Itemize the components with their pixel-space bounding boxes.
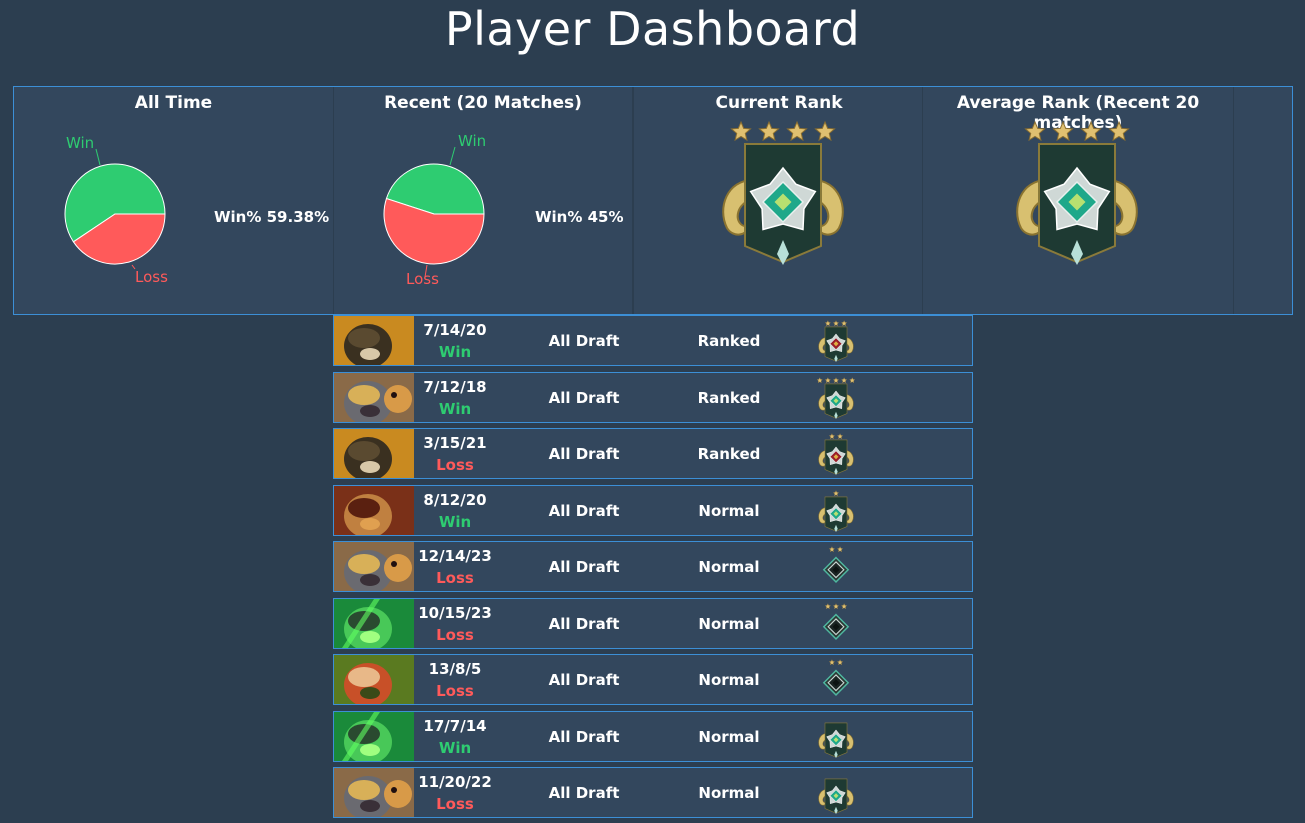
match-lobby-type: Normal xyxy=(698,784,760,802)
all-time-win-leader xyxy=(95,148,101,166)
match-result: Win xyxy=(438,513,472,531)
match-lobby-type: Normal xyxy=(698,671,760,689)
rank-ancient-icon xyxy=(818,320,854,362)
match-lobby-type: Normal xyxy=(698,615,760,633)
all-time-loss-label: Loss xyxy=(135,268,168,286)
recent-win-leader xyxy=(449,146,456,166)
match-result: Loss xyxy=(436,626,474,644)
match-row[interactable]: 10/15/23 Loss All Draft Normal xyxy=(333,598,973,649)
hero-bristleback-portrait-icon xyxy=(334,542,414,591)
match-game-mode: All Draft xyxy=(548,728,620,746)
match-row[interactable]: 13/8/5 Loss All Draft Normal xyxy=(333,654,973,705)
rank-archon-icon xyxy=(822,659,850,696)
match-game-mode: All Draft xyxy=(548,332,620,350)
recent-loss-label: Loss xyxy=(406,270,439,288)
match-result: Loss xyxy=(436,682,474,700)
hero-techies-portrait-icon xyxy=(334,316,414,365)
match-result: Loss xyxy=(436,569,474,587)
match-game-mode: All Draft xyxy=(548,389,620,407)
recent-win-loss-pie: Win Loss xyxy=(383,132,486,288)
hero-necrophos-portrait-icon xyxy=(334,712,414,761)
match-result: Win xyxy=(438,739,472,757)
match-game-mode: All Draft xyxy=(548,615,620,633)
rank-legend-icon xyxy=(818,722,854,758)
match-date: 7/14/20 xyxy=(423,321,487,339)
current-rank-medal-icon xyxy=(722,120,844,265)
all-time-stats: All Time Win Loss Win% 59.38% xyxy=(14,87,334,314)
current-rank-heading: Current Rank xyxy=(715,93,843,113)
rank-archon-icon xyxy=(822,603,850,640)
match-date: 17/7/14 xyxy=(423,717,487,735)
match-row[interactable]: 17/7/14 Win All Draft Normal xyxy=(333,711,973,762)
hero-techies-portrait-icon xyxy=(334,429,414,478)
match-lobby-type: Normal xyxy=(698,502,760,520)
page-title: Player Dashboard xyxy=(444,2,861,56)
match-game-mode: All Draft xyxy=(548,784,620,802)
match-lobby-type: Normal xyxy=(698,728,760,746)
match-row[interactable]: 12/14/23 Loss All Draft Normal xyxy=(333,541,973,592)
match-lobby-type: Normal xyxy=(698,558,760,576)
hero-lina-portrait-icon xyxy=(334,655,414,704)
stats-filler xyxy=(1234,87,1292,314)
match-lobby-type: Ranked xyxy=(697,445,761,463)
match-lobby-type: Ranked xyxy=(697,332,761,350)
all-time-win-loss-pie: Win Loss xyxy=(64,134,168,286)
match-row[interactable]: 3/15/21 Loss All Draft Ranked xyxy=(333,428,973,479)
hero-bristleback-portrait-icon xyxy=(334,373,414,422)
match-date: 3/15/21 xyxy=(423,434,487,452)
match-lobby-type: Ranked xyxy=(697,389,761,407)
rank-archon-icon xyxy=(822,546,850,583)
match-date: 8/12/20 xyxy=(423,491,487,509)
rank-ancient-icon xyxy=(818,433,854,475)
rank-legend-icon xyxy=(818,778,854,814)
match-result: Loss xyxy=(436,795,474,813)
stats-panel: All Time Win Loss Win% 59.38% Recent (20 … xyxy=(13,86,1293,315)
hero-earthshaker-portrait-icon xyxy=(334,486,414,535)
match-date: 11/20/22 xyxy=(418,773,492,791)
hero-necrophos-portrait-icon xyxy=(334,599,414,648)
match-result: Win xyxy=(438,343,472,361)
match-date: 7/12/18 xyxy=(423,378,487,396)
all-time-win-label: Win xyxy=(66,134,94,152)
match-row[interactable]: 7/14/20 Win All Draft Ranked xyxy=(333,315,973,366)
match-date: 13/8/5 xyxy=(428,660,482,678)
recent-win-percentage: Win% 45% xyxy=(535,208,624,226)
rank-legend-icon xyxy=(816,377,856,419)
match-game-mode: All Draft xyxy=(548,502,620,520)
match-game-mode: All Draft xyxy=(548,671,620,689)
average-rank-medal-icon xyxy=(1016,120,1138,265)
match-row[interactable]: 7/12/18 Win All Draft Ranked xyxy=(333,372,973,423)
hero-bristleback-portrait-icon xyxy=(334,768,414,817)
match-date: 10/15/23 xyxy=(418,604,492,622)
recent-win-label: Win xyxy=(458,132,486,150)
rank-legend-icon xyxy=(818,490,854,532)
current-rank: Current Rank xyxy=(636,87,923,314)
match-result: Win xyxy=(438,400,472,418)
match-game-mode: All Draft xyxy=(548,558,620,576)
match-row[interactable]: 8/12/20 Win All Draft Normal xyxy=(333,485,973,536)
match-date: 12/14/23 xyxy=(418,547,492,565)
recent-stats: Recent (20 Matches) Win Loss Win% 45% xyxy=(334,87,634,314)
match-game-mode: All Draft xyxy=(548,445,620,463)
match-result: Loss xyxy=(436,456,474,474)
average-rank: Average Rank (Recent 20 matches) xyxy=(923,87,1234,314)
all-time-win-percentage: Win% 59.38% xyxy=(214,208,330,226)
match-row[interactable]: 11/20/22 Loss All Draft Normal xyxy=(333,767,973,818)
